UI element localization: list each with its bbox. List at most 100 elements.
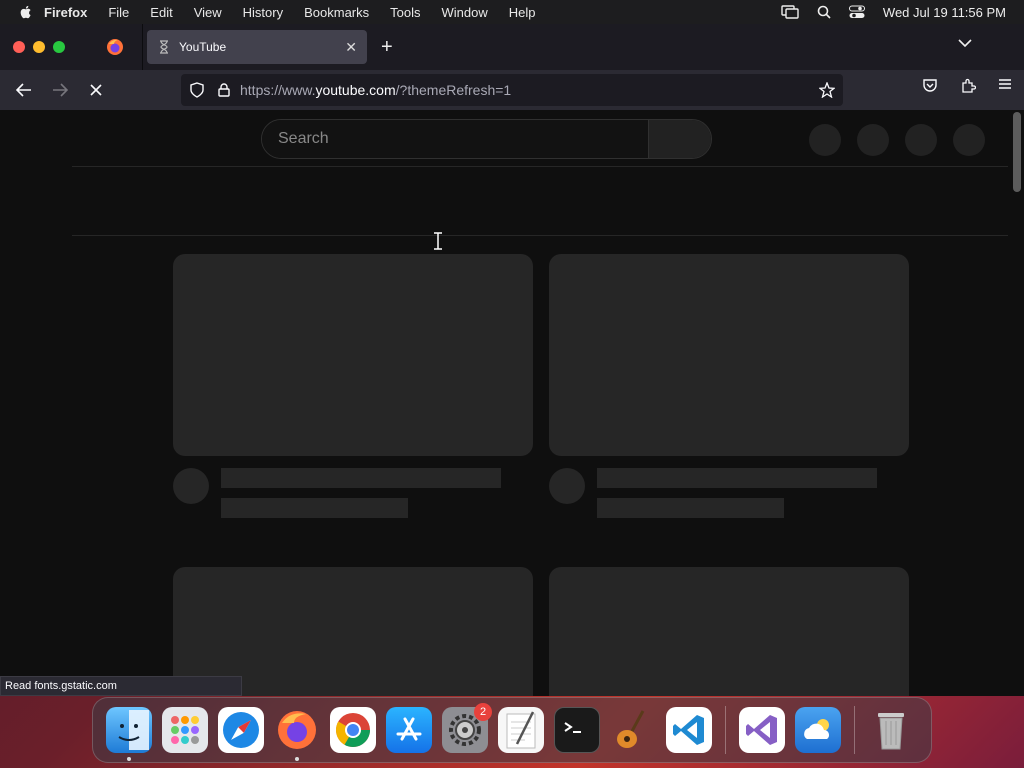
trash-icon <box>878 713 904 750</box>
firefox-view-tab[interactable] <box>105 37 125 57</box>
dock-separator <box>854 706 855 754</box>
youtube-page <box>0 110 1024 696</box>
dock-finder[interactable] <box>106 707 152 761</box>
close-tab-icon[interactable]: ✕ <box>345 39 357 56</box>
notification-badge: 2 <box>474 703 492 721</box>
menu-edit[interactable]: Edit <box>150 5 172 20</box>
status-bar: Read fonts.gstatic.com <box>0 676 242 696</box>
shield-icon[interactable] <box>190 82 204 98</box>
dock-system-settings[interactable]: 2 <box>442 703 492 753</box>
url-text[interactable]: https://www.youtube.com/?themeRefresh=1 <box>240 82 511 98</box>
extensions-icon[interactable] <box>960 78 976 94</box>
menu-window[interactable]: Window <box>442 5 488 20</box>
menu-history[interactable]: History <box>243 5 283 20</box>
tab-title: YouTube <box>179 40 227 54</box>
menu-help[interactable]: Help <box>509 5 536 20</box>
dock-separator <box>725 706 726 754</box>
terminal-icon <box>564 722 581 733</box>
guitar-icon <box>617 710 645 748</box>
firefox-icon <box>278 711 316 749</box>
minimize-window-button[interactable] <box>33 41 45 53</box>
pocket-icon[interactable] <box>922 78 938 94</box>
thumbnail-skeleton <box>173 254 533 456</box>
video-card-skeleton[interactable] <box>549 254 909 518</box>
weather-cloud-icon <box>804 719 829 739</box>
close-window-button[interactable] <box>13 41 25 53</box>
divider <box>72 235 1008 236</box>
subtitle-skeleton <box>597 498 784 518</box>
window-controls <box>13 41 65 53</box>
screen-mirroring-icon[interactable] <box>781 5 799 19</box>
masthead-buttons <box>809 124 985 156</box>
title-skeleton <box>221 468 501 488</box>
vscode-icon <box>673 715 704 745</box>
dock-launchpad[interactable] <box>162 707 208 753</box>
masthead-placeholder-button[interactable] <box>857 124 889 156</box>
textedit-icon <box>506 711 536 749</box>
zoom-window-button[interactable] <box>53 41 65 53</box>
close-icon <box>90 84 102 96</box>
dock-textedit[interactable] <box>498 707 544 753</box>
subtitle-skeleton <box>221 498 408 518</box>
dock-app-store[interactable] <box>386 707 432 753</box>
visual-studio-icon <box>746 715 777 745</box>
app-store-icon <box>396 717 422 741</box>
menu-hamburger-icon[interactable] <box>998 78 1012 90</box>
dock-terminal[interactable] <box>554 707 600 753</box>
back-button[interactable] <box>12 78 36 102</box>
url-suffix: /?themeRefresh=1 <box>395 82 512 98</box>
launchpad-icon <box>171 716 199 744</box>
stop-loading-button[interactable] <box>84 78 108 102</box>
search-input[interactable] <box>262 120 648 158</box>
url-prefix: https://www. <box>240 82 316 98</box>
channel-avatar-skeleton <box>549 468 585 504</box>
url-bar[interactable]: https://www.youtube.com/?themeRefresh=1 <box>181 74 843 106</box>
tab-bar: YouTube ✕ + <box>0 24 1024 70</box>
dock-safari[interactable] <box>218 707 264 753</box>
menu-app-firefox[interactable]: Firefox <box>44 5 87 20</box>
forward-button[interactable] <box>48 78 72 102</box>
menu-bookmarks[interactable]: Bookmarks <box>304 5 369 20</box>
dock-weather[interactable] <box>795 707 841 753</box>
toolbar-right <box>922 78 1012 94</box>
tab-youtube[interactable]: YouTube ✕ <box>147 30 367 64</box>
control-center-icon[interactable] <box>848 5 865 19</box>
firefox-icon <box>107 39 123 55</box>
finder-icon <box>118 710 149 750</box>
dock-visual-studio[interactable] <box>739 707 785 753</box>
dock-trash[interactable] <box>868 707 914 753</box>
thumbnail-skeleton <box>549 254 909 456</box>
list-all-tabs-icon[interactable] <box>958 38 972 48</box>
browser-window: YouTube ✕ + https://www.youtube.com/?the… <box>0 24 1024 696</box>
menu-bar: Firefox File Edit View History Bookmarks… <box>0 0 1024 24</box>
arrow-right-icon <box>53 83 68 97</box>
apple-icon[interactable] <box>18 4 34 20</box>
search-button[interactable] <box>648 120 711 158</box>
clock[interactable]: Wed Jul 19 11:56 PM <box>883 5 1006 20</box>
menu-file[interactable]: File <box>108 5 129 20</box>
page-scrollbar[interactable] <box>1013 112 1021 192</box>
dock-vscode[interactable] <box>666 707 712 753</box>
dock-garageband[interactable] <box>610 707 656 753</box>
text-cursor-icon <box>434 232 442 250</box>
menu-view[interactable]: View <box>194 5 222 20</box>
channel-avatar-skeleton <box>173 468 209 504</box>
search-box <box>261 119 712 159</box>
dock-chrome[interactable] <box>330 707 376 753</box>
lock-icon[interactable] <box>218 83 230 97</box>
divider <box>72 166 1008 167</box>
spotlight-search-icon[interactable] <box>817 5 831 19</box>
dock: 2 <box>92 697 932 763</box>
avatar[interactable] <box>953 124 985 156</box>
masthead-placeholder-button[interactable] <box>905 124 937 156</box>
dock-firefox[interactable] <box>274 707 320 761</box>
masthead-placeholder-button[interactable] <box>809 124 841 156</box>
title-skeleton <box>597 468 877 488</box>
video-card-skeleton[interactable] <box>549 567 909 696</box>
menu-tools[interactable]: Tools <box>390 5 420 20</box>
bookmark-star-icon[interactable] <box>819 82 835 98</box>
video-card-skeleton[interactable] <box>173 254 533 518</box>
arrow-left-icon <box>16 83 31 97</box>
chrome-icon <box>336 713 370 747</box>
new-tab-button[interactable]: + <box>381 36 393 59</box>
